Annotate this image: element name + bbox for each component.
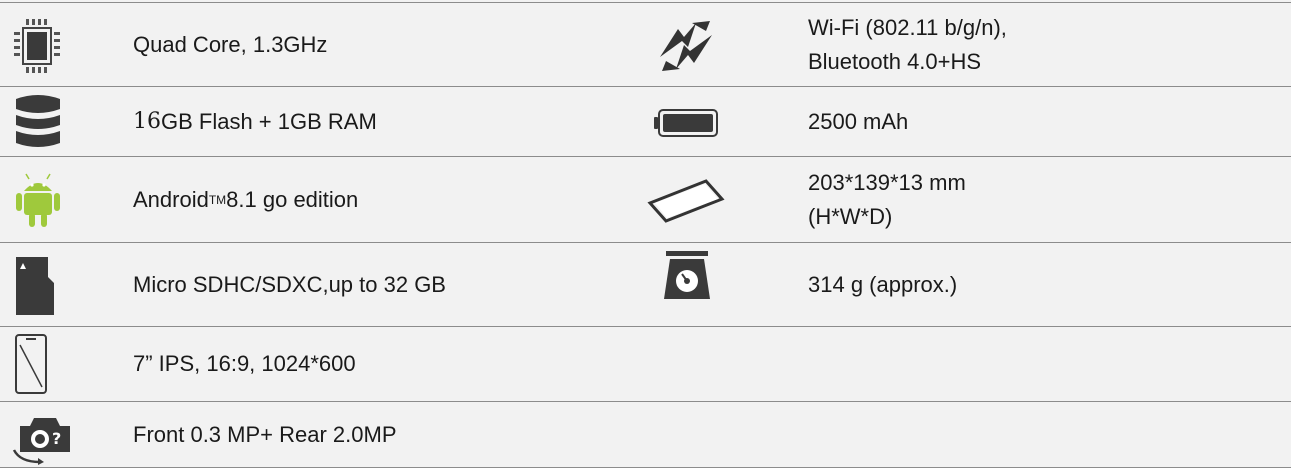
spec-connectivity-line1: Wi-Fi (802.11 b/g/n), — [808, 14, 1007, 40]
sd-card-icon — [14, 255, 58, 317]
spec-os-trademark: TM — [208, 192, 227, 207]
spec-table: Quad Core, 1.3GHz Wi-Fi (802.11 b/g/n), … — [0, 0, 1291, 468]
spec-os-version: 8.1 go edition — [226, 186, 359, 212]
spec-dimensions-line1: 203*139*13 mm — [808, 169, 966, 195]
spec-row-storage: 16 GB Flash + 1GB RAM 2500 mAh — [0, 86, 1291, 156]
sync-arrows-icon — [652, 17, 720, 75]
spec-row-camera: ? Front 0.3 MP+ Rear 2.0MP — [0, 401, 1291, 468]
android-icon — [14, 171, 62, 229]
svg-text:?: ? — [52, 429, 61, 448]
spec-connectivity: Wi-Fi (802.11 b/g/n), Bluetooth 4.0+HS — [808, 3, 1007, 86]
spec-cpu-text: Quad Core, 1.3GHz — [133, 31, 328, 57]
spec-camera-text: Front 0.3 MP+ Rear 2.0MP — [133, 421, 397, 447]
database-stack-icon — [14, 93, 62, 151]
cpu-chip-icon — [12, 17, 64, 75]
spec-row-os: Android TM 8.1 go edition 203*139*13 mm (… — [0, 156, 1291, 242]
spec-card-text: Micro SDHC/SDXC,up to 32 GB — [133, 271, 446, 297]
spec-os-text: Android TM 8.1 go edition — [133, 157, 358, 242]
spec-storage-rest: GB Flash + 1GB RAM — [161, 108, 377, 134]
tablet-dimensions-icon — [646, 177, 726, 223]
spec-battery-text: 2500 mAh — [808, 108, 909, 134]
spec-weight-text: 314 g (approx.) — [808, 271, 958, 297]
spec-dimensions: 203*139*13 mm (H*W*D) — [808, 157, 966, 242]
camera-rotate-icon: ? — [10, 406, 76, 466]
spec-row-display: 7” IPS, 16:9, 1024*600 — [0, 326, 1291, 401]
spec-os-name: Android — [133, 186, 209, 212]
spec-dimensions-line2: (H*W*D) — [808, 203, 893, 229]
spec-row-cpu: Quad Core, 1.3GHz Wi-Fi (802.11 b/g/n), … — [0, 2, 1291, 86]
weighing-scale-icon — [660, 249, 714, 303]
spec-storage-text: 16 GB Flash + 1GB RAM — [133, 87, 377, 156]
spec-connectivity-line2: Bluetooth 4.0+HS — [808, 48, 982, 74]
spec-row-card: Micro SDHC/SDXC,up to 32 GB 314 g (appro… — [0, 242, 1291, 326]
spec-display-text: 7” IPS, 16:9, 1024*600 — [133, 351, 356, 376]
spec-storage-number: 16 — [133, 108, 161, 134]
phone-screen-icon — [14, 333, 48, 395]
battery-icon — [652, 107, 720, 139]
